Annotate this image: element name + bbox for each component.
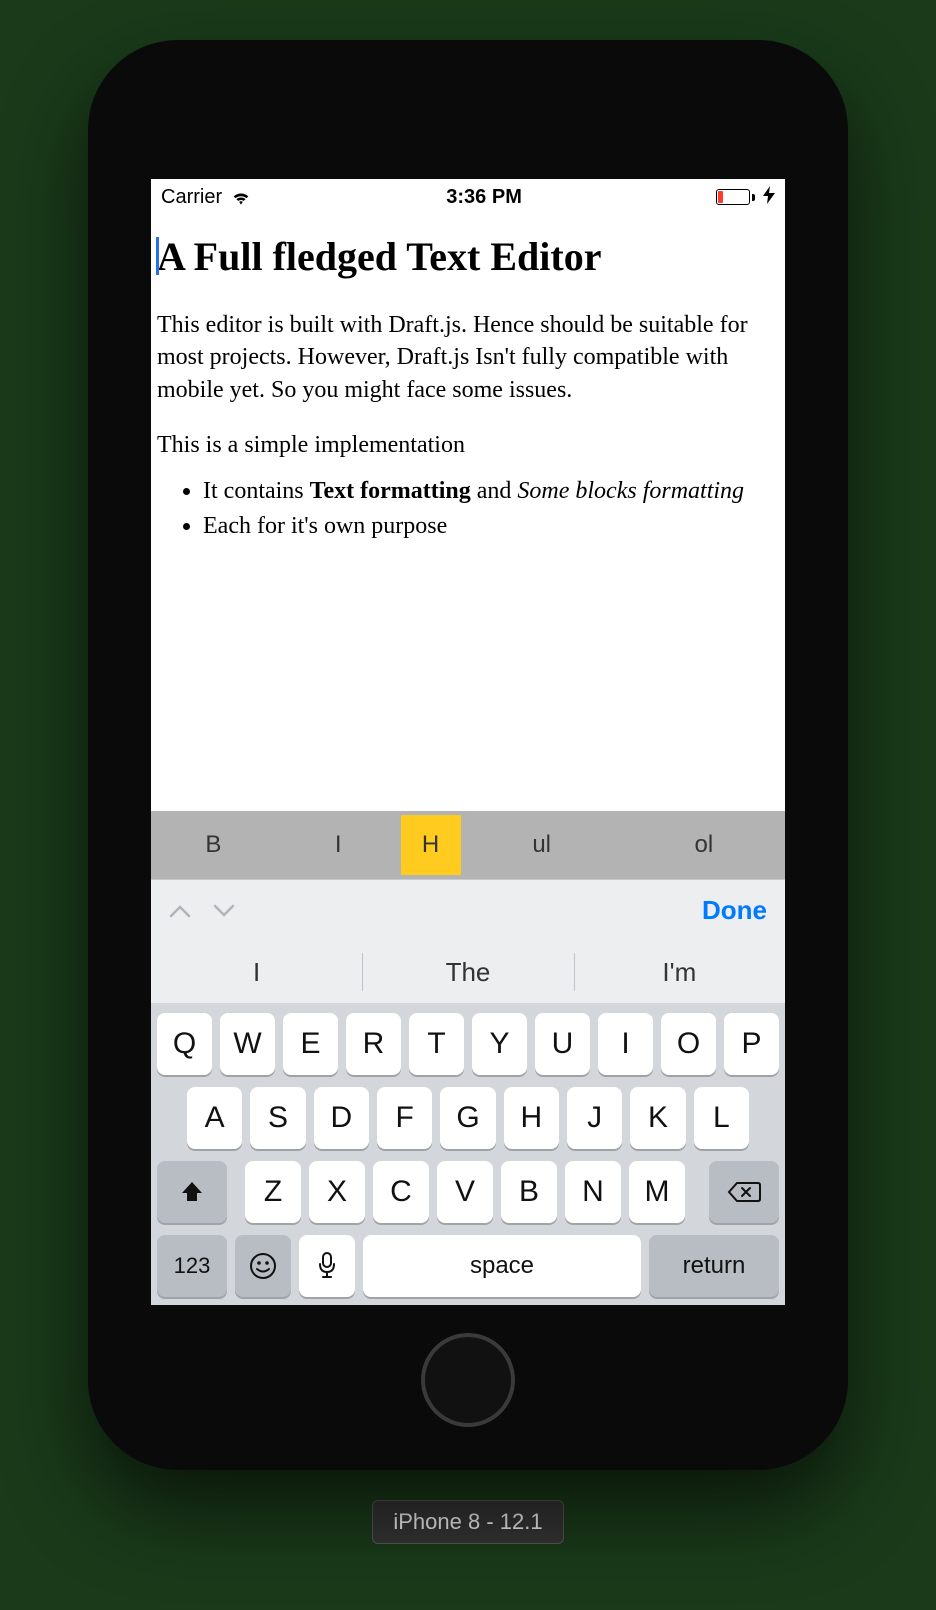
key-g[interactable]: G xyxy=(440,1087,495,1149)
editor-subline[interactable]: This is a simple implementation xyxy=(157,432,779,459)
title-text: A Full fledged Text Editor xyxy=(157,234,602,279)
list-text: It contains xyxy=(203,478,310,504)
ol-button[interactable]: ol xyxy=(623,811,785,879)
key-z[interactable]: Z xyxy=(245,1161,301,1223)
key-j[interactable]: J xyxy=(567,1087,622,1149)
space-key[interactable]: space xyxy=(363,1235,641,1297)
suggestion-item[interactable]: I xyxy=(151,941,362,1003)
chevron-down-icon[interactable] xyxy=(213,897,235,925)
heading-button[interactable]: H xyxy=(401,815,461,875)
key-o[interactable]: O xyxy=(661,1013,716,1075)
kb-row-3-letters: Z X C V B N M xyxy=(245,1161,691,1223)
editor-title[interactable]: A Full fledged Text Editor xyxy=(157,233,779,281)
key-p[interactable]: P xyxy=(724,1013,779,1075)
kb-row-2: A S D F G H J K L xyxy=(157,1087,779,1149)
key-l[interactable]: L xyxy=(694,1087,749,1149)
carrier-label: Carrier xyxy=(161,186,222,209)
home-button[interactable] xyxy=(421,1333,515,1427)
suggestion-bar: I The I'm xyxy=(151,941,785,1003)
key-a[interactable]: A xyxy=(187,1087,242,1149)
key-k[interactable]: K xyxy=(630,1087,685,1149)
shift-key[interactable] xyxy=(157,1161,227,1223)
list-text: and xyxy=(471,478,518,504)
key-f[interactable]: F xyxy=(377,1087,432,1149)
key-r[interactable]: R xyxy=(346,1013,401,1075)
key-b[interactable]: B xyxy=(501,1161,557,1223)
key-m[interactable]: M xyxy=(629,1161,685,1223)
kb-nav-arrows xyxy=(169,897,235,925)
list-item[interactable]: It contains Text formatting and Some blo… xyxy=(203,475,779,507)
key-q[interactable]: Q xyxy=(157,1013,212,1075)
backspace-key[interactable] xyxy=(709,1161,779,1223)
key-h[interactable]: H xyxy=(504,1087,559,1149)
clock: 3:36 PM xyxy=(446,186,522,209)
screen: Carrier 3:36 PM xyxy=(151,179,785,1305)
mic-key[interactable] xyxy=(299,1235,355,1297)
battery-body xyxy=(716,189,750,205)
numeric-key[interactable]: 123 xyxy=(157,1235,227,1297)
suggestion-item[interactable]: The xyxy=(362,941,573,1003)
key-e[interactable]: E xyxy=(283,1013,338,1075)
battery-cap xyxy=(752,194,755,201)
key-d[interactable]: D xyxy=(314,1087,369,1149)
ul-button[interactable]: ul xyxy=(461,811,623,879)
editor-area[interactable]: A Full fledged Text Editor This editor i… xyxy=(151,215,785,811)
device-frame: Carrier 3:36 PM xyxy=(88,40,848,1470)
list-bold: Text formatting xyxy=(310,478,471,504)
key-u[interactable]: U xyxy=(535,1013,590,1075)
key-t[interactable]: T xyxy=(409,1013,464,1075)
return-key[interactable]: return xyxy=(649,1235,779,1297)
kb-row-4: 123 space return xyxy=(157,1235,779,1297)
key-v[interactable]: V xyxy=(437,1161,493,1223)
list-text: Each for it's own purpose xyxy=(203,513,447,539)
charging-icon xyxy=(763,186,775,209)
suggestion-item[interactable]: I'm xyxy=(574,941,785,1003)
kb-row-1: Q W E R T Y U I O P xyxy=(157,1013,779,1075)
emoji-key[interactable] xyxy=(235,1235,291,1297)
key-x[interactable]: X xyxy=(309,1161,365,1223)
editor-paragraph[interactable]: This editor is built with Draft.js. Henc… xyxy=(157,309,779,406)
wifi-icon xyxy=(230,188,252,206)
status-right xyxy=(716,186,775,209)
list-item[interactable]: Each for it's own purpose xyxy=(203,510,779,542)
battery-fill-low xyxy=(718,191,723,203)
kb-row-3: Z X C V B N M xyxy=(157,1161,779,1223)
key-s[interactable]: S xyxy=(250,1087,305,1149)
battery-icon xyxy=(716,189,755,205)
format-toolbar: B I H ul ol xyxy=(151,811,785,879)
keyboard-accessory: Done xyxy=(151,879,785,941)
key-w[interactable]: W xyxy=(220,1013,275,1075)
text-cursor xyxy=(156,237,159,275)
status-bar: Carrier 3:36 PM xyxy=(151,179,785,215)
list-italic: Some blocks formatting xyxy=(517,478,744,504)
key-c[interactable]: C xyxy=(373,1161,429,1223)
done-button[interactable]: Done xyxy=(702,895,767,926)
status-left: Carrier xyxy=(161,186,252,209)
keyboard: Q W E R T Y U I O P A S D F G H J K L xyxy=(151,1003,785,1305)
italic-button[interactable]: I xyxy=(276,811,401,879)
device-label: iPhone 8 - 12.1 xyxy=(372,1500,563,1544)
bullet-list[interactable]: It contains Text formatting and Some blo… xyxy=(157,475,779,542)
key-y[interactable]: Y xyxy=(472,1013,527,1075)
bold-button[interactable]: B xyxy=(151,811,276,879)
key-i[interactable]: I xyxy=(598,1013,653,1075)
chevron-up-icon[interactable] xyxy=(169,897,191,925)
key-n[interactable]: N xyxy=(565,1161,621,1223)
